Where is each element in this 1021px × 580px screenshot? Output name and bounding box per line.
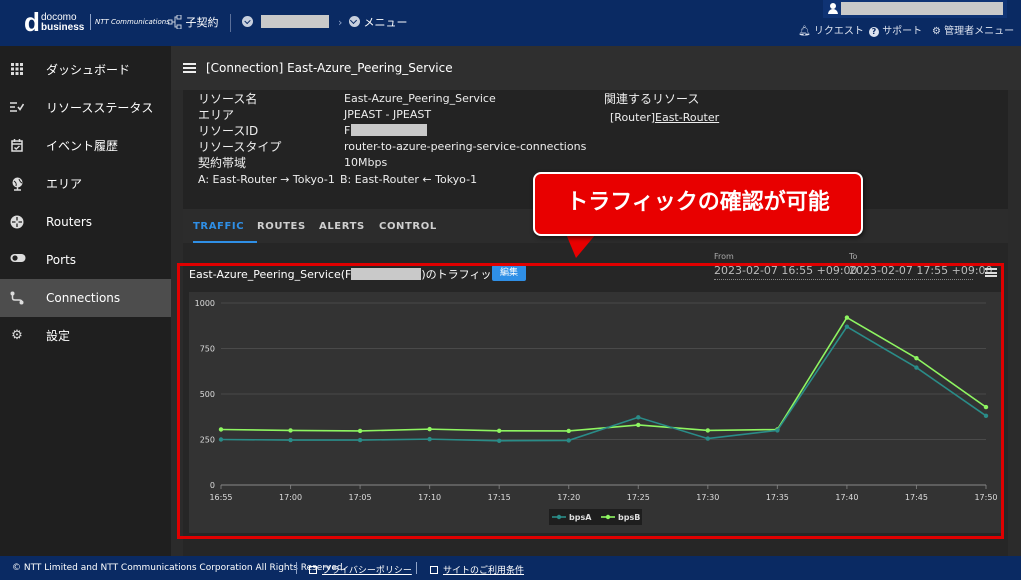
resource-id-masked bbox=[351, 124, 428, 136]
menu-label: メニュー bbox=[363, 16, 408, 29]
to-label: To bbox=[849, 252, 858, 261]
tab-alerts[interactable]: ALERTS bbox=[319, 221, 365, 232]
hierarchy-icon bbox=[167, 14, 182, 30]
user-name-masked bbox=[841, 2, 1003, 15]
footer: © NTT Limited and NTT Communications Cor… bbox=[0, 556, 1021, 580]
info-label-resource-type: リソースタイプ bbox=[198, 140, 282, 154]
document-icon bbox=[430, 566, 438, 574]
privacy-policy-link[interactable]: プライバシーポリシー bbox=[309, 563, 412, 576]
related-resource-link[interactable]: East-Router bbox=[655, 111, 719, 125]
ntt-communications-logo: NTT Communications bbox=[90, 14, 170, 30]
sidebar: ダッシュボード リソースステータス イベント履歴 エリア Routers Por… bbox=[0, 46, 171, 556]
account-name-masked bbox=[260, 15, 329, 28]
bell-icon: 🔔︎ bbox=[798, 26, 811, 37]
list-check-icon bbox=[10, 101, 25, 115]
question-circle-icon: ? bbox=[869, 27, 879, 37]
sidebar-item-settings[interactable]: ⚙ 設定 bbox=[0, 317, 171, 355]
endpoint-a: A: East-Router → Tokyo-1 bbox=[198, 173, 335, 186]
sidebar-item-routers[interactable]: Routers bbox=[0, 203, 171, 241]
chevron-right-icon: › bbox=[338, 16, 343, 29]
contract-nav[interactable]: 子契約 bbox=[167, 14, 219, 31]
info-value-resource-type: router-to-azure-peering-service-connecti… bbox=[344, 140, 587, 153]
highlight-box bbox=[177, 263, 1004, 539]
tab-routes[interactable]: ROUTES bbox=[257, 221, 306, 232]
sidebar-item-ports[interactable]: Ports bbox=[0, 241, 171, 279]
toggle-icon bbox=[10, 253, 26, 267]
sidebar-item-area[interactable]: エリア bbox=[0, 165, 171, 203]
user-account[interactable] bbox=[823, 0, 1007, 18]
gear-icon: ⚙ bbox=[11, 328, 23, 343]
page-titlebar: [Connection] East-Azure_Peering_Service bbox=[171, 46, 1021, 90]
grid-icon bbox=[10, 63, 24, 77]
chevron-down-circle-icon bbox=[349, 16, 360, 27]
page-title: [Connection] East-Azure_Peering_Service bbox=[206, 61, 453, 75]
info-label-resource-name: リソース名 bbox=[198, 92, 258, 106]
info-label-resource-id: リソースID bbox=[198, 124, 259, 138]
support-link[interactable]: ? サポート bbox=[869, 25, 922, 39]
info-label-area: エリア bbox=[198, 108, 235, 122]
info-label-bandwidth: 契約帯域 bbox=[198, 156, 247, 170]
endpoint-b: B: East-Router ← Tokyo-1 bbox=[340, 173, 478, 186]
admin-menu-link[interactable]: ⚙ 管理者メニュー bbox=[932, 25, 1014, 39]
contract-label: 子契約 bbox=[185, 16, 219, 29]
gear-icon: ⚙ bbox=[932, 26, 941, 37]
tab-traffic[interactable]: TRAFFIC bbox=[193, 221, 244, 232]
from-label: From bbox=[714, 252, 734, 261]
sidebar-item-dashboard[interactable]: ダッシュボード bbox=[0, 51, 171, 89]
related-resource-type: [Router] bbox=[610, 111, 656, 124]
info-value-bandwidth: 10Mbps bbox=[344, 156, 388, 169]
account-selector[interactable]: › bbox=[242, 15, 342, 31]
info-value-resource-id: F bbox=[344, 124, 428, 138]
globe-pin-icon bbox=[10, 177, 24, 191]
check-circle-icon bbox=[242, 16, 253, 27]
router-icon bbox=[10, 215, 24, 229]
related-resources-title: 関連するリソース bbox=[604, 92, 700, 106]
hamburger-menu-icon[interactable] bbox=[183, 63, 196, 73]
calendar-check-icon bbox=[10, 139, 24, 153]
document-icon bbox=[309, 566, 317, 574]
callout-text: トラフィックの確認が可能 bbox=[566, 190, 830, 215]
callout-tail bbox=[566, 234, 596, 258]
terms-link[interactable]: サイトのご利用条件 bbox=[430, 563, 524, 576]
top-header: d docomo business NTT Communications 子契約… bbox=[0, 0, 1021, 46]
menu-nav[interactable]: メニュー bbox=[349, 15, 408, 31]
sidebar-item-event-history[interactable]: イベント履歴 bbox=[0, 127, 171, 165]
connection-icon bbox=[10, 291, 24, 305]
callout-bubble: トラフィックの確認が可能 bbox=[533, 172, 863, 236]
user-icon bbox=[828, 3, 838, 14]
info-value-resource-name: East-Azure_Peering_Service bbox=[344, 92, 496, 105]
sidebar-item-connections[interactable]: Connections bbox=[0, 279, 171, 317]
sidebar-item-resource-status[interactable]: リソースステータス bbox=[0, 89, 171, 127]
info-value-area: JPEAST - JPEAST bbox=[344, 108, 432, 121]
request-link[interactable]: 🔔︎ リクエスト bbox=[798, 25, 864, 39]
tab-control[interactable]: CONTROL bbox=[379, 221, 437, 232]
